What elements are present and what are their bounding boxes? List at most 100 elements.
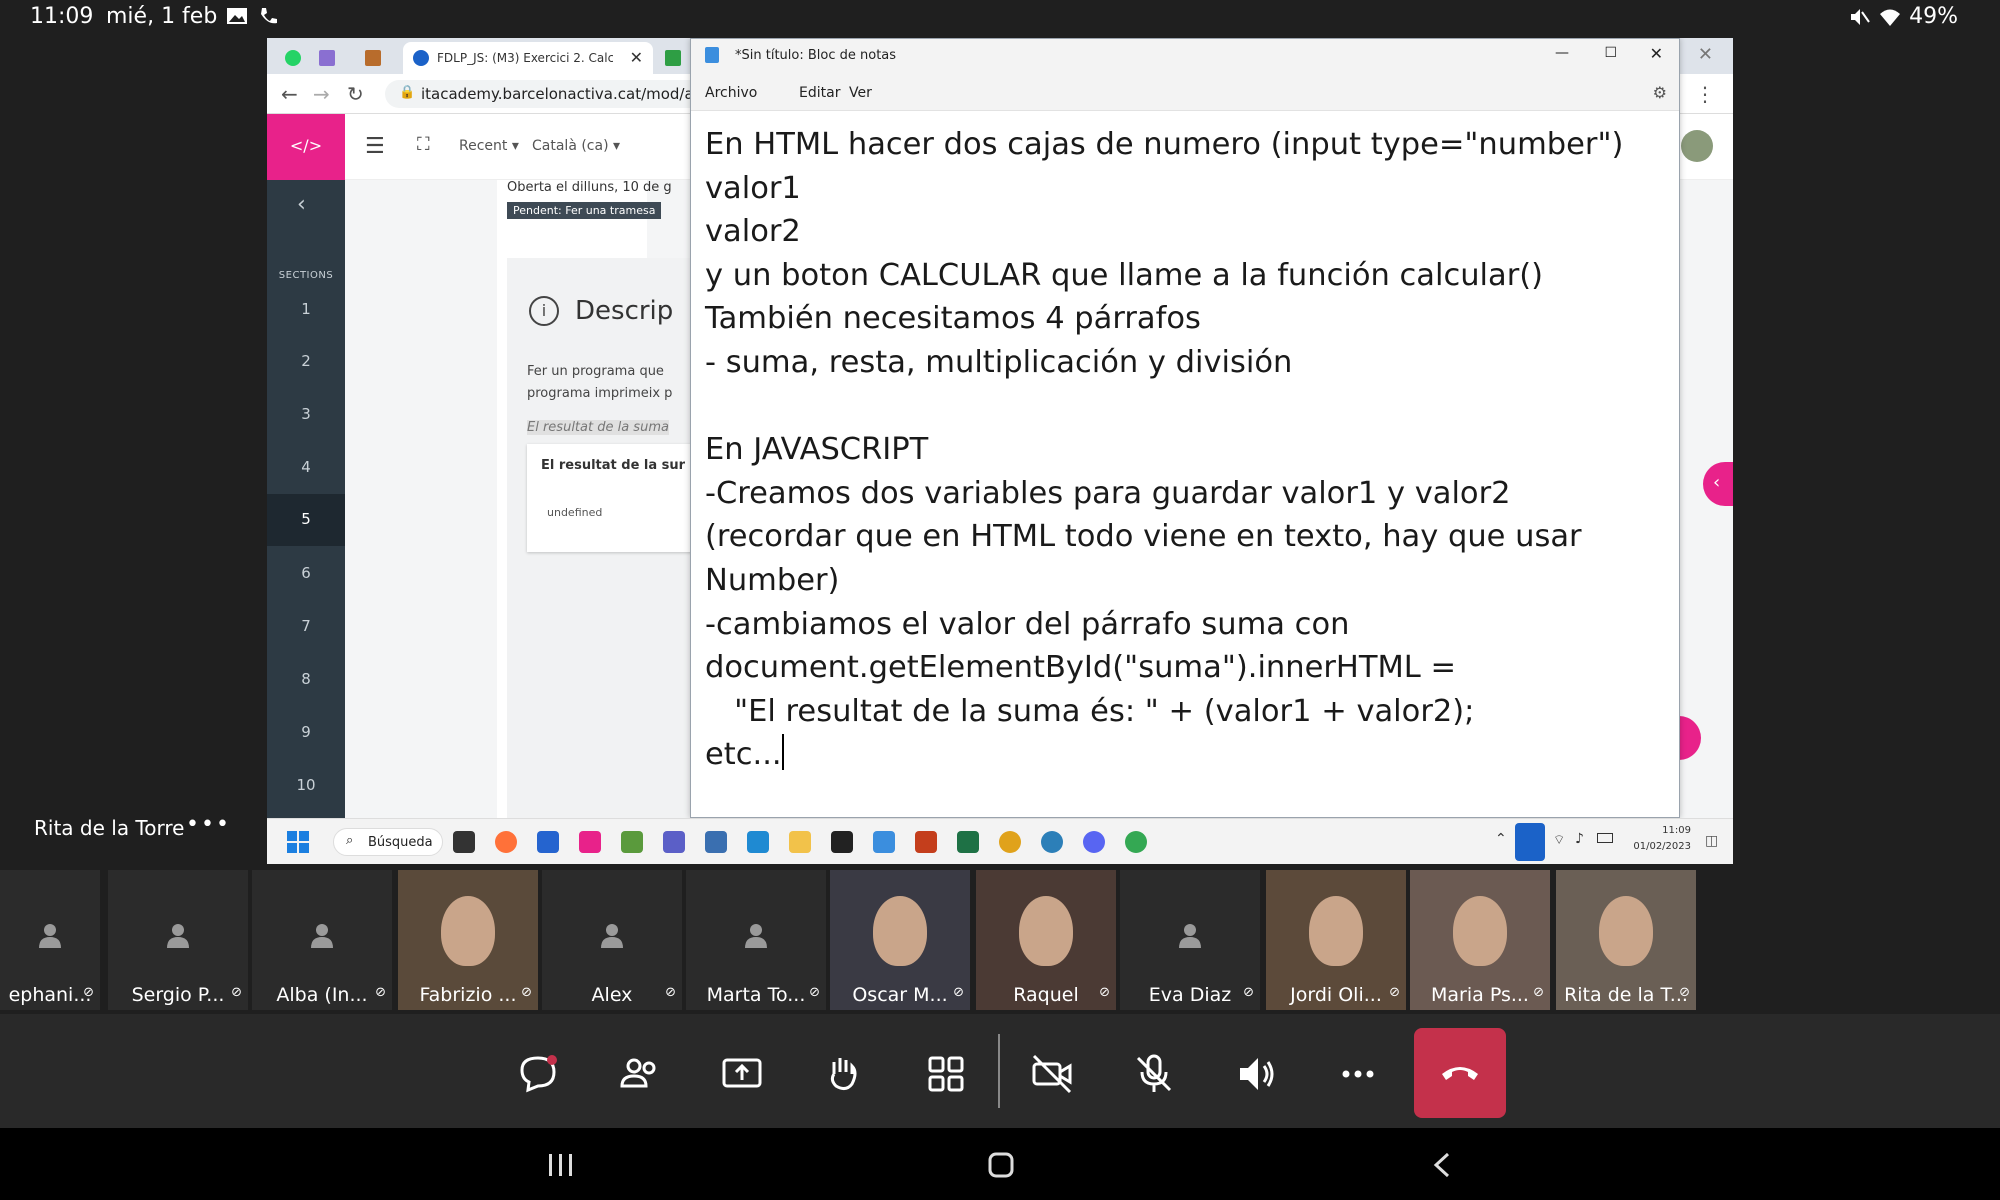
notepad-title: *Sin título: Bloc de notas bbox=[735, 48, 897, 63]
participant-tile[interactable]: Marta To... ⊘ bbox=[686, 870, 826, 1010]
forward-icon[interactable]: → bbox=[313, 82, 330, 106]
section-6[interactable]: 6 bbox=[267, 564, 345, 582]
section-10[interactable]: 10 bbox=[267, 776, 345, 794]
participant-video bbox=[441, 896, 495, 966]
section-3[interactable]: 3 bbox=[267, 405, 345, 423]
participant-tile[interactable]: Jordi Oli... ⊘ bbox=[1266, 870, 1406, 1010]
section-2[interactable]: 2 bbox=[267, 352, 345, 370]
search-label: Búsqueda bbox=[368, 835, 433, 850]
participant-tile[interactable]: ephani... ⊘ bbox=[0, 870, 100, 1010]
minimize-icon[interactable]: — bbox=[1555, 45, 1569, 61]
view-layout-icon[interactable] bbox=[924, 1052, 968, 1096]
share-screen-icon[interactable] bbox=[720, 1052, 764, 1096]
tab-other[interactable] bbox=[659, 42, 689, 74]
notepad-menubar: Archivo Editar Ver ⚙ bbox=[691, 73, 1679, 111]
text-line: Number) bbox=[705, 562, 840, 598]
discord-icon[interactable] bbox=[1083, 831, 1105, 853]
network-icon[interactable]: ⌔ bbox=[1553, 832, 1565, 848]
volume-icon[interactable]: ♪ bbox=[1575, 831, 1584, 847]
teams-icon[interactable] bbox=[663, 831, 685, 853]
participant-name: Alba (In... bbox=[276, 984, 368, 1006]
mic-muted-icon: ⊘ bbox=[953, 985, 964, 1000]
folder-icon[interactable] bbox=[789, 831, 811, 853]
section-5[interactable]: 5 bbox=[267, 494, 345, 546]
settings-icon[interactable]: ⚙ bbox=[1653, 83, 1667, 102]
recent-menu[interactable]: Recent ▾ bbox=[459, 138, 519, 154]
more-options-icon[interactable]: ••• bbox=[186, 812, 231, 837]
participant-tile[interactable]: Eva Diaz ⊘ bbox=[1120, 870, 1260, 1010]
tab-stats[interactable] bbox=[309, 42, 349, 74]
todo-icon[interactable] bbox=[537, 831, 559, 853]
browser-close-icon[interactable]: ✕ bbox=[1698, 44, 1713, 65]
participant-name: Alex bbox=[591, 984, 633, 1006]
notification-icon[interactable]: ◫ bbox=[1705, 833, 1718, 849]
app-icon-green[interactable] bbox=[621, 831, 643, 853]
section-8[interactable]: 8 bbox=[267, 670, 345, 688]
chrome-icon[interactable] bbox=[999, 831, 1021, 853]
speaker-icon[interactable] bbox=[1234, 1052, 1278, 1096]
menu-archivo[interactable]: Archivo bbox=[705, 85, 757, 101]
powerpoint-icon[interactable] bbox=[915, 831, 937, 853]
drawer-toggle[interactable]: ‹ bbox=[1703, 462, 1733, 506]
close-icon[interactable]: ✕ bbox=[1650, 44, 1663, 63]
task-view-icon[interactable] bbox=[453, 831, 475, 853]
app-icon-blue[interactable] bbox=[705, 831, 727, 853]
fullscreen-icon[interactable]: ⛶ bbox=[417, 134, 430, 155]
firefox-icon[interactable] bbox=[495, 831, 517, 853]
participant-tile[interactable]: Raquel ⊘ bbox=[976, 870, 1116, 1010]
tab-shield[interactable] bbox=[355, 42, 395, 74]
section-7[interactable]: 7 bbox=[267, 617, 345, 635]
participant-tile[interactable]: Oscar M... ⊘ bbox=[830, 870, 970, 1010]
raise-hand-icon[interactable] bbox=[822, 1052, 866, 1096]
tab-whatsapp[interactable] bbox=[279, 42, 307, 74]
open-date: Oberta el dilluns, 10 de g bbox=[507, 180, 672, 195]
more-icon[interactable] bbox=[1336, 1052, 1380, 1096]
participant-tile[interactable]: Fabrizio ... ⊘ bbox=[398, 870, 538, 1010]
home-icon[interactable] bbox=[986, 1150, 1016, 1180]
taskbar-search[interactable]: ⌕ Búsqueda bbox=[333, 828, 443, 856]
excel-icon[interactable] bbox=[957, 831, 979, 853]
participant-tile[interactable]: Sergio P... ⊘ bbox=[108, 870, 248, 1010]
app-icon-pink[interactable] bbox=[579, 831, 601, 853]
chrome-profile-icon[interactable] bbox=[1125, 831, 1147, 853]
vscode-icon[interactable] bbox=[747, 831, 769, 853]
maximize-icon[interactable]: ☐ bbox=[1604, 45, 1617, 61]
menu-editar[interactable]: Editar bbox=[799, 85, 840, 101]
recents-icon[interactable] bbox=[546, 1152, 576, 1178]
person-icon bbox=[39, 924, 61, 948]
section-4[interactable]: 4 bbox=[267, 458, 345, 476]
tray-chevron-icon[interactable]: ⌃ bbox=[1495, 831, 1507, 847]
site-logo[interactable]: </> bbox=[267, 114, 345, 180]
people-icon[interactable] bbox=[618, 1052, 662, 1096]
mic-tray-icon[interactable] bbox=[1515, 823, 1545, 861]
close-tab-icon[interactable]: ✕ bbox=[630, 48, 643, 67]
back-nav-icon[interactable] bbox=[1430, 1150, 1454, 1180]
notepad-task-icon[interactable] bbox=[873, 831, 895, 853]
section-1[interactable]: 1 bbox=[267, 300, 345, 318]
app-icon-dark[interactable] bbox=[831, 831, 853, 853]
menu-ver[interactable]: Ver bbox=[849, 85, 872, 101]
collapse-sidebar-icon[interactable]: ‹ bbox=[297, 192, 306, 217]
tab-active[interactable]: FDLP_JS: (M3) Exercici 2. Calculador ✕ bbox=[403, 42, 653, 74]
participant-tile[interactable]: Alex ⊘ bbox=[542, 870, 682, 1010]
participant-tile[interactable]: Alba (In... ⊘ bbox=[252, 870, 392, 1010]
section-9[interactable]: 9 bbox=[267, 723, 345, 741]
chat-icon[interactable] bbox=[516, 1052, 560, 1096]
windows-start-icon[interactable] bbox=[287, 831, 309, 853]
notepad-editor[interactable]: En HTML hacer dos cajas de numero (input… bbox=[705, 123, 1665, 777]
user-avatar[interactable] bbox=[1681, 130, 1713, 162]
mic-off-icon[interactable] bbox=[1132, 1052, 1176, 1096]
reload-icon[interactable]: ↻ bbox=[347, 82, 364, 106]
participant-tile[interactable]: Rita de la T... ⊘ bbox=[1556, 870, 1696, 1010]
hangup-button[interactable] bbox=[1414, 1028, 1506, 1118]
participant-tile[interactable]: Maria Ps... ⊘ bbox=[1410, 870, 1550, 1010]
hamburger-icon[interactable]: ☰ bbox=[365, 134, 385, 159]
camera-off-icon[interactable] bbox=[1030, 1052, 1074, 1096]
teams-meeting-screen: 11:09 mié, 1 feb 49% FDLP_JS: (M3) Exerc… bbox=[0, 0, 2000, 1200]
app-icon-globe[interactable] bbox=[1041, 831, 1063, 853]
browser-menu-icon[interactable]: ⋮ bbox=[1695, 82, 1715, 106]
battery-icon[interactable] bbox=[1597, 833, 1613, 843]
back-icon[interactable]: ← bbox=[281, 82, 298, 106]
last-line-text: etc... bbox=[705, 737, 782, 773]
language-menu[interactable]: Català (ca) ▾ bbox=[532, 138, 620, 154]
